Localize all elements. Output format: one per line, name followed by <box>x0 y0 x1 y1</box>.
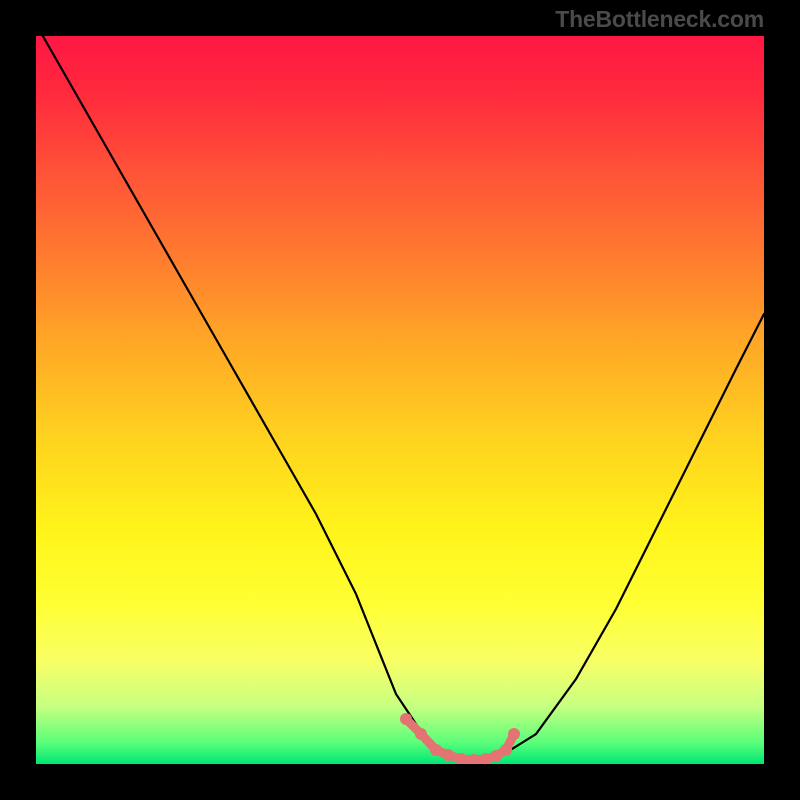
watermark-text: TheBottleneck.com <box>555 6 764 33</box>
chart-frame: TheBottleneck.com <box>0 0 800 800</box>
plot-area <box>36 36 764 764</box>
gradient-background <box>36 36 764 764</box>
